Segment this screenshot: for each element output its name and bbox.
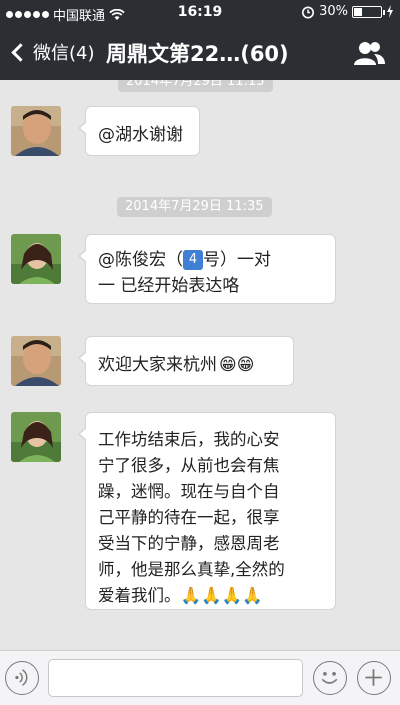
praying-hands-emoji: 🙏🙏🙏🙏 [180, 586, 263, 605]
sender-avatar[interactable] [11, 234, 61, 284]
message-bubble[interactable]: @陈俊宏（ 4 号）一对 一 已经开始表达咯 [78, 234, 336, 304]
timestamp: 2014年7月29日 11:15 [118, 80, 273, 92]
voice-wave-icon [15, 669, 28, 686]
chevron-left-icon [11, 42, 30, 62]
man-avatar-icon [11, 336, 61, 386]
man-avatar-icon [11, 106, 61, 156]
timestamp: 2014年7月29日 11:35 [117, 197, 272, 217]
sender-avatar[interactable] [11, 412, 61, 462]
message-text: 欢迎大家来杭州 😁😁 [98, 355, 255, 375]
woman-avatar-icon [11, 412, 61, 462]
smiley-face-icon [321, 672, 338, 684]
grinning-emoji: 😁😁 [219, 355, 255, 375]
emoji-button[interactable] [313, 661, 347, 695]
woman-avatar-icon [11, 234, 61, 284]
charging-bolt-icon [387, 5, 393, 18]
alarm-clock-icon [302, 6, 315, 18]
more-actions-button[interactable] [357, 661, 391, 695]
battery-icon [352, 5, 385, 18]
message-text: 工作坊结束后，我的心安 宁了很多，从前也会有焦 躁，迷惘。现在与自个自 己平静的… [98, 430, 285, 605]
voice-input-button[interactable] [5, 661, 39, 695]
message-bubble[interactable]: 欢迎大家来杭州 😁😁 [78, 336, 294, 386]
back-label: 微信(4) [33, 43, 95, 64]
chat-title: 周鼎文第22…(60) [106, 42, 289, 66]
back-button[interactable]: 微信(4) [8, 39, 95, 65]
group-members-button[interactable] [352, 40, 386, 66]
message-bubble[interactable]: 工作坊结束后，我的心安 宁了很多，从前也会有焦 躁，迷惘。现在与自个自 己平静的… [78, 412, 336, 610]
message-text: @陈俊宏（ 4 号）一对 一 已经开始表达咯 [98, 250, 271, 296]
sender-avatar[interactable] [11, 336, 61, 386]
keycap-badge: 4 [183, 250, 203, 270]
status-bar: 中国联通 16:19 30% [0, 0, 400, 26]
navigation-bar: 微信(4) 周鼎文第22…(60) [0, 26, 400, 80]
plus-icon [365, 669, 382, 686]
message-text: @湖水谢谢 [98, 125, 183, 145]
message-input-bar [0, 650, 400, 705]
sender-avatar[interactable] [11, 106, 61, 156]
chat-message-list[interactable]: 2014年7月29日 11:15 @湖水谢谢 2014年7月29日 11:35 … [0, 80, 400, 650]
message-bubble[interactable]: @湖水谢谢 [78, 106, 200, 156]
message-text-input[interactable] [48, 659, 303, 697]
battery-percent: 30% [319, 4, 348, 19]
